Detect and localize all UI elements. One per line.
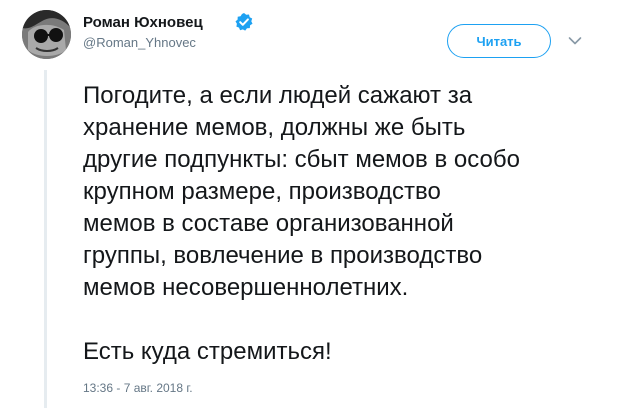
tweet-line: Погодите, а если людей сажают за [83,82,473,109]
tweet-closing-line: Есть куда стремиться! [83,338,332,365]
author-handle[interactable]: @Roman_Yhnovec [83,35,196,51]
avatar-photo [22,10,71,59]
tweet-text: Погодите, а если людей сажают за хранени… [83,80,603,368]
tweet-line: крупном размере, производство [83,178,441,205]
author-name[interactable]: Роман Юхновец [83,14,203,32]
tweet-line: хранение мемов, должны же быть [83,114,466,141]
tweet-line: мемов в составе организованной [83,210,454,237]
avatar[interactable] [22,10,71,59]
thread-line [44,70,47,408]
chevron-down-icon[interactable] [568,36,582,46]
tweet-line: мемов несовершеннолетних. [83,274,409,301]
tweet-timestamp[interactable]: 13:36 - 7 авг. 2018 г. [83,380,193,396]
follow-button[interactable]: Читать [447,24,551,58]
tweet-line: другие подпункты: сбыт мемов в особо [83,146,520,173]
tweet-line: группы, вовлечение в производство [83,242,483,269]
verified-badge-icon [235,13,253,31]
